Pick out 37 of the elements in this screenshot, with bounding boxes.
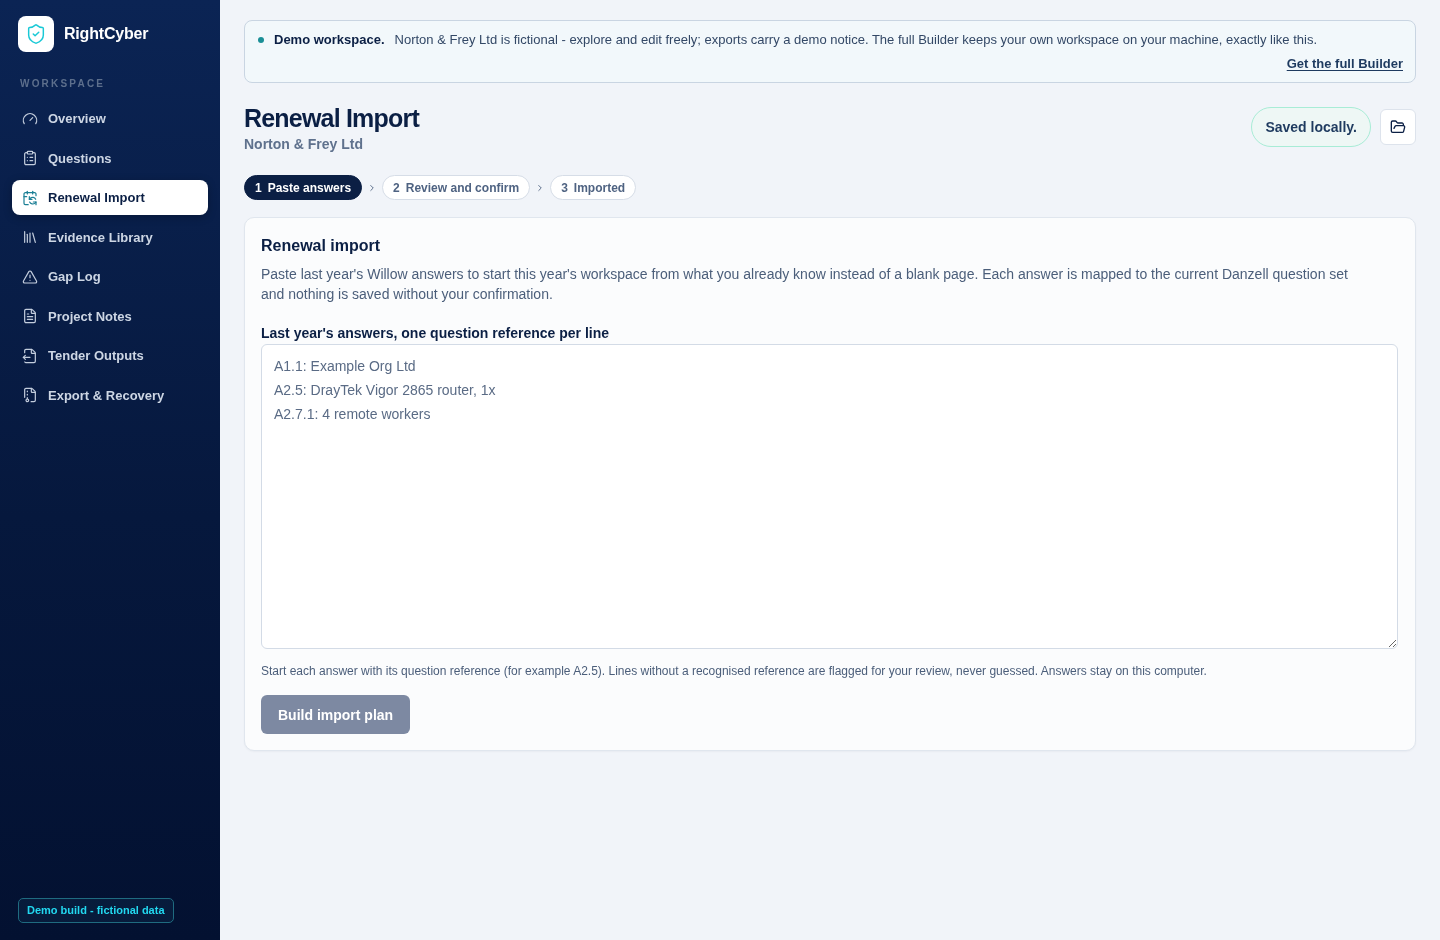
sidebar-item[interactable]: Project Notes — [12, 298, 208, 334]
page-subtitle: Norton & Frey Ltd — [244, 135, 364, 154]
answers-field[interactable]: A1.1: Example Org Ltd A2.5: DrayTek Vigor 2865 router, 1x A2.7.1: 4 remote workers — [261, 344, 1398, 649]
file-arrow-icon — [22, 347, 38, 364]
folder-icon — [1390, 119, 1406, 135]
sidebar-item[interactable]: Overview — [12, 101, 208, 136]
card-title: Renewal import — [261, 236, 382, 256]
open-folder-button[interactable] — [1380, 109, 1416, 145]
document-icon — [22, 308, 38, 324]
card-description: Paste last year's Willow answers to start this year's workspace from what you already know instead of a blank page. Each answer is mapped to the current Danzell question set and nothing is saved without your confirmation. — [261, 265, 1349, 304]
banner-title: Demo workspace. — [274, 31, 385, 49]
field-label: Last year's answers, one question reference per line — [261, 324, 611, 343]
brand-name: RightCyber — [64, 25, 149, 43]
field-hint: Start each answer with its question reference (for example A2.5). Lines without a recognised reference are flagged for your review, never guessed. Answers stay on this computer. — [261, 663, 1208, 679]
step-tab[interactable]: 1 Paste answers — [244, 175, 363, 200]
sidebar-item[interactable]: Gap Log — [12, 259, 208, 294]
warning-triangle-icon — [22, 268, 38, 285]
page-title: Renewal Import — [244, 103, 419, 133]
full-builder-link[interactable]: Get the full Builder — [1286, 55, 1403, 73]
sidebar-item[interactable]: Questions — [12, 140, 208, 176]
step-tab[interactable]: 3 Imported — [550, 175, 637, 200]
gauge-icon — [22, 110, 38, 127]
shield-logo-icon — [18, 16, 54, 52]
sidebar-item[interactable]: Evidence Library — [12, 219, 208, 255]
section-label: WORKSPACE — [20, 77, 107, 91]
books-icon — [22, 229, 38, 245]
dot-icon — [258, 37, 264, 43]
step-tab[interactable]: 2 Review and confirm — [382, 175, 531, 200]
sidebar-item[interactable]: Export & Recovery — [12, 377, 208, 413]
archive-file-icon — [22, 387, 38, 403]
sidebar-item[interactable]: Renewal Import — [12, 180, 208, 215]
demo-badge: Demo build - fictional data — [18, 898, 174, 923]
save-status: Saved locally. — [1251, 107, 1371, 147]
banner-message: Norton & Frey Ltd is fictional - explore and edit freely; exports carry a demo notice. The full Builder keeps your own workspace on your machine, exactly like this. — [394, 31, 1317, 49]
sidebar-item[interactable]: Tender Outputs — [12, 338, 208, 373]
calendar-arrows-icon — [22, 189, 38, 206]
clipboard-list-icon — [22, 150, 38, 166]
